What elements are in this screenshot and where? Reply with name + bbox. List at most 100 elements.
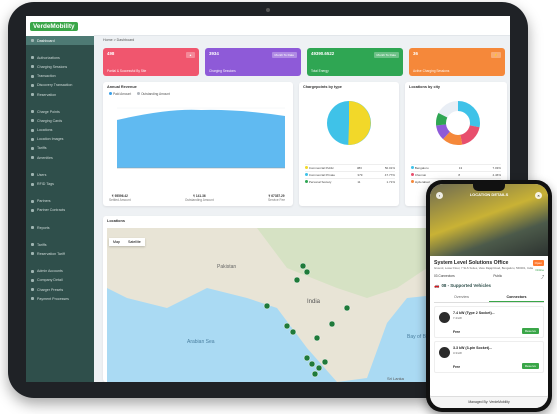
revenue-stats: ₹ 95596.42 Settled Amount ₹ 141.36 Outstan… [109, 194, 285, 202]
legend-paid: Paid Amount [109, 92, 131, 96]
tab-satellite[interactable]: Satellite [124, 238, 145, 246]
map-pin-icon[interactable] [293, 276, 301, 284]
map-label: Sri Lanka [387, 376, 405, 381]
reserve-button[interactable]: Reserve [521, 327, 539, 334]
tab-overview[interactable]: Overview [434, 293, 489, 302]
sidebar-item-authorizations[interactable]: Authorizations [26, 53, 94, 62]
app-logo[interactable]: VerdeMobility [26, 16, 94, 36]
sidebar-section-divider [26, 189, 94, 197]
map-pin-icon[interactable] [283, 322, 291, 330]
map-pin-icon[interactable] [299, 262, 307, 270]
tab-connectors[interactable]: Connectors [489, 293, 544, 302]
connectors-count: 03 Connectors [434, 273, 455, 278]
sidebar-section-divider [26, 259, 94, 267]
tab-map[interactable]: Map [109, 238, 124, 246]
sidebar-item-reservation[interactable]: Reservation [26, 90, 94, 99]
sidebar-item-reservation-tariff[interactable]: Reservation Tariff [26, 249, 94, 258]
sidebar-item-charging-cards[interactable]: Charging Cards [26, 116, 94, 125]
user-icon [31, 173, 34, 177]
sidebar-section-divider [26, 232, 94, 240]
sidebar-item-charger-presets[interactable]: Charger Presets [26, 285, 94, 294]
phone-frame: ‹ LOCATION DETAILS × Open Online System … [426, 180, 552, 412]
table-row: Bengaluru 13 7.03% [411, 164, 501, 171]
tag-icon [31, 252, 34, 256]
bolt-icon: ⚡ [491, 52, 501, 58]
map-pin-icon[interactable] [263, 302, 271, 310]
card-value: 36 [413, 51, 418, 56]
card-label: Total Energy [311, 69, 329, 73]
card-charging-sessions[interactable]: 3934 Month To Date Charging Sessions [205, 48, 301, 76]
map-pin-icon[interactable] [303, 354, 311, 362]
sidebar-item-company-detail[interactable]: Company Detail [26, 276, 94, 285]
user-icon [31, 269, 34, 273]
sidebar-item-transaction[interactable]: Transaction [26, 72, 94, 81]
gear-icon [31, 288, 34, 292]
period-dropdown[interactable]: Month To Date [271, 52, 297, 58]
map-pin-icon[interactable] [343, 304, 351, 312]
map-pin-icon[interactable] [308, 360, 316, 368]
status-online: Online [535, 268, 544, 272]
pie-slice-public [348, 101, 371, 146]
card-icon [31, 119, 34, 123]
back-icon[interactable]: ‹ [436, 192, 443, 199]
building-icon [31, 278, 34, 282]
sidebar-section-divider [26, 99, 94, 107]
sidebar-item-partners[interactable]: Partners [26, 197, 94, 206]
connector-card[interactable]: 3.3 kW (3-pin Socket)... 3.3 kW Free Res… [434, 340, 544, 373]
sidebar-item-locations[interactable]: Locations [26, 126, 94, 135]
sidebar-item-rfid-tags[interactable]: RFID Tags [26, 179, 94, 188]
revenue-area-chart [117, 107, 285, 169]
card-label: Charging Sessions [209, 69, 236, 73]
logo-text: VerdeMobility [30, 21, 78, 31]
sidebar-item-payment-processes[interactable]: Payment Processes [26, 294, 94, 303]
sidebar-section-divider [26, 215, 94, 223]
map-pin-icon[interactable] [328, 320, 336, 328]
sidebar-item-tariffs-2[interactable]: Tariffs [26, 240, 94, 249]
map-pin-icon[interactable] [313, 334, 321, 342]
sidebar-item-partner-contracts[interactable]: Partner Contracts [26, 206, 94, 215]
sidebar-item-location-images[interactable]: Location Images [26, 135, 94, 144]
list-icon [31, 74, 34, 78]
share-icon[interactable]: ⤴ [541, 274, 544, 279]
sidebar-item-charge-points[interactable]: Charge Points [26, 107, 94, 116]
sidebar-item-amenities[interactable]: Amenities [26, 153, 94, 162]
sidebar: VerdeMobility Dashboard Authorizations C… [26, 16, 94, 382]
map-pin-icon[interactable] [303, 268, 311, 276]
pin-icon [31, 128, 34, 132]
phone-header: ‹ LOCATION DETAILS × [430, 192, 548, 199]
map-pin-icon[interactable] [289, 328, 297, 336]
document-icon [31, 208, 34, 212]
supported-vehicles[interactable]: 🚗 08 - Supported Vehicles [434, 283, 544, 289]
sidebar-item-users[interactable]: Users [26, 170, 94, 179]
list-icon [31, 83, 34, 87]
card-active-sessions[interactable]: 36 ⚡ Active Charging Sessions [409, 48, 505, 76]
map-pin-icon[interactable] [321, 358, 329, 366]
card-total-energy[interactable]: 49390.6522 Month To Date Total Energy [307, 48, 403, 76]
table-row: Chennai 8 4.46% [411, 171, 501, 178]
sidebar-section-divider [26, 45, 94, 53]
map-pin-icon[interactable] [315, 364, 323, 372]
top-bar [94, 16, 510, 36]
sidebar-item-reports[interactable]: Reports [26, 223, 94, 232]
connector-title: 3.3 kW (3-pin Socket)... [453, 345, 493, 350]
map-pin-icon[interactable] [311, 370, 319, 378]
period-dropdown[interactable]: Month To Date [373, 52, 399, 58]
sidebar-item-tariffs[interactable]: Tariffs [26, 144, 94, 153]
plug-icon [439, 346, 450, 358]
connector-price: Free [453, 364, 461, 369]
close-icon[interactable]: × [534, 192, 542, 199]
phone-header-title: LOCATION DETAILS [469, 192, 509, 197]
tag-icon [31, 146, 34, 150]
sidebar-item-admin-accounts[interactable]: Admin Accounts [26, 267, 94, 276]
connector-card[interactable]: 7.4 kW (Type 2 Socket)... 7.4 kW Free Re… [434, 305, 544, 338]
sidebar-item-dashboard[interactable]: Dashboard [26, 36, 94, 46]
chart-icon [31, 226, 34, 230]
connector-power: 7.4 kW [453, 315, 462, 320]
card-sessions-by-site[interactable]: 498 ▲ Partial & Successful By Site [103, 48, 199, 76]
reserve-button[interactable]: Reserve [521, 362, 539, 369]
annual-revenue-panel: Annual Revenue Paid Amount Outstanding A… [103, 82, 293, 206]
car-icon: 🚗 [434, 282, 440, 288]
connector-price: Free [453, 329, 461, 334]
sidebar-item-discovery-transaction[interactable]: Discovery Transaction [26, 81, 94, 90]
sidebar-item-charging-sessions[interactable]: Charging Sessions [26, 62, 94, 71]
